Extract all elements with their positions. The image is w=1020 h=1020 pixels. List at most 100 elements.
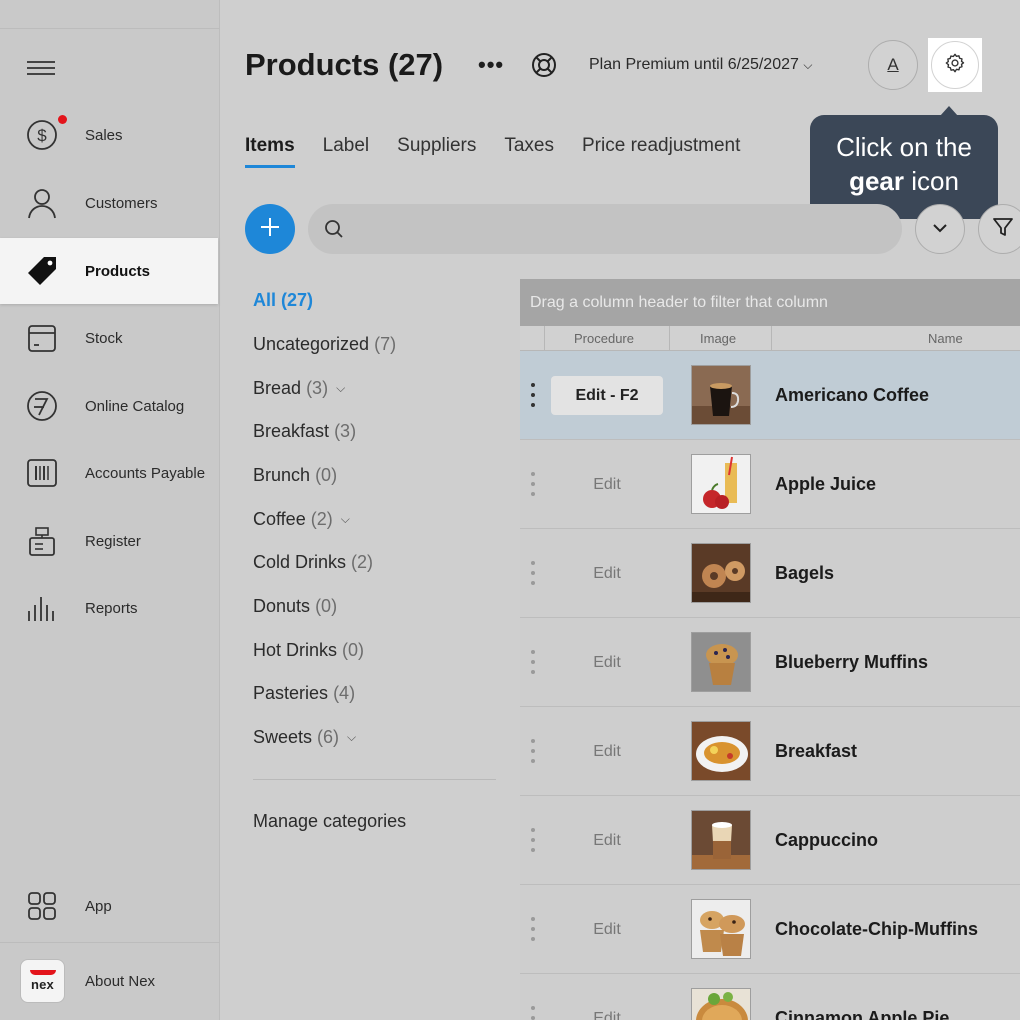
search-bar[interactable] [308, 204, 902, 254]
category-item[interactable]: Bread (3) ⌵ [253, 378, 345, 399]
sidebar-item-label: Sales [85, 126, 123, 144]
plus-icon [259, 216, 281, 243]
row-menu-icon[interactable] [527, 917, 539, 941]
sidebar-item-register[interactable]: Register [0, 508, 218, 574]
product-name: Chocolate-Chip-Muffins [775, 919, 978, 939]
table-row[interactable]: Edit Bagels [520, 529, 1020, 618]
chevron-down-icon[interactable]: ⌵ [341, 512, 350, 527]
column-header-image[interactable]: Image [700, 331, 736, 346]
filter-button[interactable] [978, 204, 1020, 254]
edit-button[interactable]: Edit [551, 999, 663, 1020]
table-row[interactable]: Edit Cappuccino [520, 796, 1020, 885]
expand-options-button[interactable] [915, 204, 965, 254]
sidebar-item-accounts-payable[interactable]: Accounts Payable [0, 440, 218, 506]
manage-categories-link[interactable]: Manage categories [253, 811, 406, 832]
column-header-procedure[interactable]: Procedure [574, 331, 634, 346]
table-row[interactable]: Edit Apple Juice [520, 440, 1020, 529]
gear-icon [944, 52, 966, 79]
row-menu-icon[interactable] [527, 828, 539, 852]
app-grid-icon [24, 888, 60, 924]
settings-button[interactable] [931, 41, 979, 89]
product-name: Apple Juice [775, 474, 877, 494]
table-row[interactable]: Edit Chocolate-Chip-Muffins [520, 885, 1020, 974]
text-size-button[interactable]: A [868, 40, 918, 90]
more-options-icon[interactable]: ••• [478, 52, 504, 78]
sidebar-item-sales[interactable]: $ Sales [0, 102, 218, 168]
table-row[interactable]: Edit Breakfast [520, 707, 1020, 796]
user-icon [24, 185, 60, 221]
drag-filter-hint: Drag a column header to filter that colu… [520, 279, 1020, 326]
edit-button[interactable]: Edit [551, 821, 663, 860]
divider [0, 942, 220, 943]
category-item[interactable]: Sweets (6) ⌵ [253, 727, 356, 748]
sidebar-item-about[interactable]: About Nex [0, 948, 218, 1014]
chevron-down-icon[interactable]: ⌵ [347, 730, 356, 745]
category-item[interactable]: Donuts (0) [253, 596, 337, 617]
table-row[interactable]: Edit - F2 Americano Coffee [520, 351, 1020, 440]
product-image [691, 721, 751, 781]
product-image [691, 632, 751, 692]
product-image [691, 810, 751, 870]
products-grid: Drag a column header to filter that colu… [520, 279, 1020, 1020]
add-product-button[interactable] [245, 204, 295, 254]
table-row[interactable]: Edit Cinnamon Apple Pie [520, 974, 1020, 1020]
tab-suppliers[interactable]: Suppliers [397, 135, 476, 168]
plan-dropdown[interactable]: Plan Premium until 6/25/2027 ⌵ [589, 56, 812, 74]
row-menu-icon[interactable] [527, 1006, 539, 1020]
category-item[interactable]: Brunch (0) [253, 465, 337, 486]
category-item[interactable]: Cold Drinks (2) [253, 552, 373, 573]
chevron-down-icon[interactable]: ⌵ [336, 381, 345, 396]
tooltip-line2: gear icon [849, 166, 959, 196]
tab-items[interactable]: Items [245, 135, 295, 168]
category-item[interactable]: Pasteries (4) [253, 683, 355, 704]
sidebar-item-products[interactable]: Products [0, 238, 218, 304]
category-item[interactable]: Hot Drinks (0) [253, 640, 364, 661]
svg-text:$: $ [37, 126, 47, 145]
dollar-circle-icon: $ [24, 117, 60, 153]
row-menu-icon[interactable] [527, 472, 539, 496]
box-icon [24, 320, 60, 356]
hamburger-menu-icon[interactable] [27, 58, 55, 78]
chevron-down-icon [932, 220, 948, 238]
page-title: Products (27) [245, 47, 444, 82]
category-item[interactable]: All (27) [253, 290, 313, 311]
tab-taxes[interactable]: Taxes [504, 135, 554, 168]
row-menu-icon[interactable] [527, 739, 539, 763]
help-lifebuoy-icon[interactable] [530, 51, 558, 84]
category-item[interactable]: Uncategorized (7) [253, 334, 396, 355]
product-name: Bagels [775, 563, 835, 583]
sidebar-item-label: Register [85, 532, 141, 550]
sidebar-item-label: App [85, 897, 112, 915]
edit-button[interactable]: Edit [551, 554, 663, 593]
sidebar-item-label: Customers [85, 194, 158, 212]
sidebar-item-label: Products [85, 262, 151, 280]
barcode-icon [24, 455, 60, 491]
row-menu-icon[interactable] [527, 561, 539, 585]
sidebar-item-online-catalog[interactable]: Online Catalog [0, 373, 218, 439]
sidebar-item-app[interactable]: App [0, 873, 218, 939]
category-item[interactable]: Coffee (2) ⌵ [253, 509, 350, 530]
row-menu-icon[interactable] [527, 650, 539, 674]
product-name: Blueberry Muffins [775, 652, 929, 672]
edit-button[interactable]: Edit [551, 643, 663, 682]
edit-button[interactable]: Edit [551, 732, 663, 771]
product-image [691, 899, 751, 959]
product-name: Breakfast [775, 741, 858, 761]
sidebar: $ Sales Customers Products Stock Online … [0, 0, 220, 1020]
column-header-name[interactable]: Name [928, 331, 963, 346]
tab-price-readjustment[interactable]: Price readjustment [582, 135, 740, 168]
edit-button[interactable]: Edit - F2 [551, 376, 663, 415]
sidebar-item-stock[interactable]: Stock [0, 305, 218, 371]
search-icon [324, 219, 344, 244]
tab-label[interactable]: Label [323, 135, 370, 168]
edit-button[interactable]: Edit [551, 465, 663, 504]
sidebar-item-label: Reports [85, 599, 138, 617]
product-name: Cappuccino [775, 830, 879, 850]
category-item[interactable]: Breakfast (3) [253, 421, 356, 442]
edit-button[interactable]: Edit [551, 910, 663, 949]
sidebar-item-reports[interactable]: Reports [0, 575, 218, 641]
sidebar-item-customers[interactable]: Customers [0, 170, 218, 236]
row-menu-icon[interactable] [527, 383, 539, 407]
table-row[interactable]: Edit Blueberry Muffins [520, 618, 1020, 707]
search-input[interactable] [356, 214, 876, 244]
